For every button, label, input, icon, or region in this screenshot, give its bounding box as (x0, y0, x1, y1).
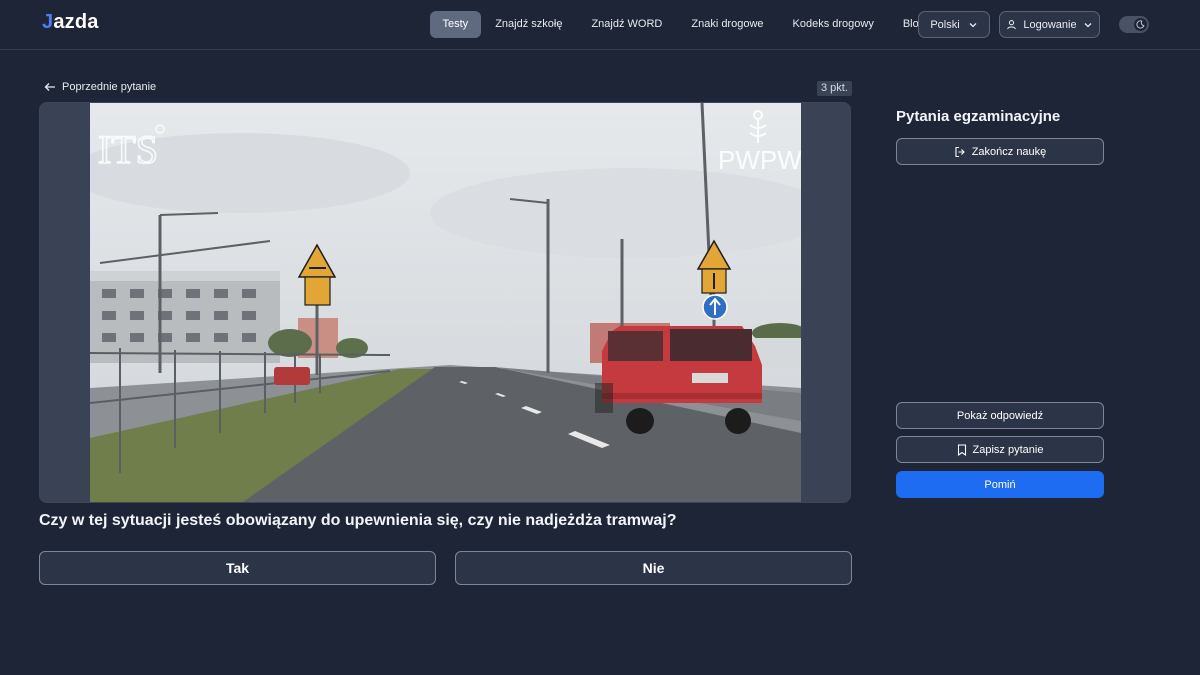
save-question-button[interactable]: Zapisz pytanie (896, 436, 1104, 463)
skip-button[interactable]: Pomiń (896, 471, 1104, 498)
nav-item-find-school[interactable]: Znajdź szkołę (481, 11, 577, 38)
theme-toggle[interactable] (1119, 16, 1149, 33)
save-question-label: Zapisz pytanie (972, 443, 1044, 456)
nav-item-find-word[interactable]: Znajdź WORD (577, 11, 677, 38)
points-badge: 3 pkt. (817, 81, 852, 96)
answer-no-button[interactable]: Nie (455, 551, 852, 585)
user-icon (1007, 20, 1017, 30)
sidebar-title: Pytania egzaminacyjne (896, 108, 1061, 125)
road-scene-image: ITS PWPW (90, 103, 801, 502)
moon-icon (1136, 20, 1145, 29)
nav-item-testy[interactable]: Testy (430, 11, 481, 38)
login-button[interactable]: Logowanie (999, 11, 1100, 38)
login-label: Logowanie (1023, 18, 1077, 31)
main-nav: Testy Znajdź szkołę Znajdź WORD Znaki dr… (430, 11, 939, 38)
previous-question-link[interactable]: Poprzednie pytanie (44, 81, 156, 93)
chevron-down-icon (1084, 22, 1092, 27)
its-watermark: ITS (98, 127, 158, 172)
previous-question-label: Poprzednie pytanie (62, 81, 157, 93)
arrow-left-icon (44, 83, 55, 91)
nav-item-road-signs[interactable]: Znaki drogowe (677, 11, 778, 38)
question-media: ITS PWPW (39, 102, 851, 503)
logo-text: azda (53, 11, 99, 33)
end-learning-button[interactable]: Zakończ naukę (896, 138, 1104, 165)
language-label: Polski (930, 18, 960, 31)
answer-yes-button[interactable]: Tak (39, 551, 436, 585)
language-select[interactable]: Polski (918, 11, 990, 38)
bookmark-icon (957, 443, 966, 456)
logo-mark: J (42, 11, 54, 33)
question-text: Czy w tej sytuacji jesteś obowiązany do … (39, 512, 677, 529)
show-answer-button[interactable]: Pokaż odpowiedź (896, 402, 1104, 429)
pwpw-watermark: PWPW (718, 145, 801, 175)
toggle-knob (1134, 18, 1147, 31)
top-navbar: Jazda Testy Znajdź szkołę Znajdź WORD Zn… (0, 0, 1200, 50)
logout-icon (955, 146, 965, 157)
end-learning-label: Zakończ naukę (971, 145, 1047, 158)
chevron-down-icon (969, 22, 977, 27)
nav-item-road-code[interactable]: Kodeks drogowy (778, 11, 888, 38)
show-answer-label: Pokaż odpowiedź (956, 409, 1044, 422)
skip-label: Pomiń (984, 478, 1016, 491)
app-logo[interactable]: Jazda (42, 11, 99, 34)
